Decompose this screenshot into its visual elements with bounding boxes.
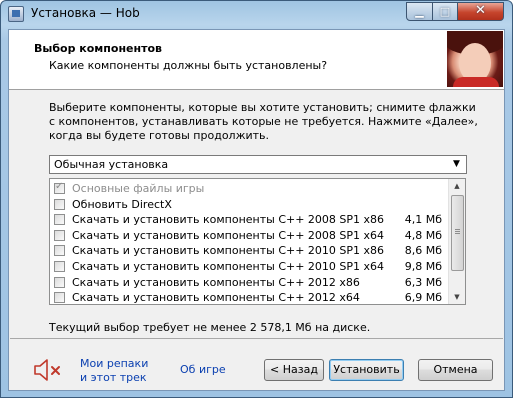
component-checkbox (54, 181, 65, 194)
instructions-text: Выберите компоненты, которые вы хотите у… (49, 101, 478, 142)
component-label: Скачать и установить компоненты C++ 2008… (72, 228, 385, 242)
component-label: Основные файлы игры (72, 182, 205, 195)
component-row[interactable]: Скачать и установить компоненты C++ 2010… (50, 259, 450, 275)
component-checkbox[interactable] (54, 276, 65, 288)
component-label: Скачать и установить компоненты C++ 2010… (72, 260, 385, 273)
component-size: 9,8 Мб (404, 260, 442, 273)
about-game-link[interactable]: Об игре (180, 363, 226, 377)
minimize-button[interactable]: ▁ (406, 2, 433, 21)
component-label: Скачать и установить компоненты C++ 2010… (72, 244, 385, 258)
install-type-value: Обычная установка (54, 158, 169, 171)
maximize-icon: □ (439, 5, 451, 18)
install-type-dropdown[interactable]: Обычная установка ▼ (49, 155, 467, 174)
component-checkbox[interactable] (54, 261, 65, 272)
component-row[interactable]: Обновить DirectX (50, 197, 450, 213)
my-repacks-link-line1[interactable]: Мои репаки (80, 357, 148, 371)
page-title: Выбор компонентов (34, 42, 162, 55)
header-image-shirt (453, 77, 499, 87)
wizard-header: Выбор компонентов Какие компоненты должн… (9, 30, 504, 90)
component-row[interactable]: Скачать и установить компоненты C++ 2012… (50, 275, 450, 291)
install-button[interactable]: Установить (329, 359, 404, 381)
component-checkbox[interactable] (54, 229, 65, 241)
header-image (447, 31, 503, 87)
component-row[interactable]: Скачать и установить компоненты C++ 2010… (50, 243, 450, 259)
minimize-icon: ▁ (415, 5, 424, 18)
component-label: Обновить DirectX (72, 197, 172, 211)
chevron-down-icon[interactable]: ▼ (449, 157, 464, 172)
component-label: Скачать и установить компоненты C++ 2012… (72, 275, 360, 289)
component-size: 6,3 Мб (404, 275, 442, 289)
component-size: 4,8 Мб (404, 228, 442, 242)
component-checkbox[interactable] (54, 214, 65, 226)
component-checkbox[interactable] (54, 198, 65, 210)
speaker-muted-icon[interactable] (31, 357, 65, 383)
close-icon: ✕ (475, 3, 486, 18)
wizard-client-area: Выбор компонентов Какие компоненты должн… (8, 29, 505, 391)
maximize-button[interactable]: □ (432, 2, 458, 21)
footer-divider (10, 338, 503, 339)
component-size: 6,9 Мб (404, 291, 442, 305)
component-checkbox[interactable] (54, 245, 65, 257)
components-scrollbar[interactable]: ▲ ▼ (448, 179, 465, 304)
back-button[interactable]: < Назад (264, 359, 324, 381)
scroll-down-arrow-icon[interactable]: ▼ (449, 290, 465, 304)
close-button[interactable]: ✕ (457, 2, 504, 21)
page-subtitle: Какие компоненты должны быть установлены… (49, 59, 328, 72)
scrollbar-thumb[interactable] (451, 195, 464, 271)
disk-space-requirement: Текущий выбор требует не менее 2 578,1 М… (49, 321, 371, 334)
component-checkbox[interactable] (54, 292, 65, 304)
scroll-up-arrow-icon[interactable]: ▲ (449, 179, 465, 193)
components-list: Основные файлы игры Обновить DirectX Скача… (49, 178, 466, 305)
component-row[interactable]: Скачать и установить компоненты C++ 2012… (50, 290, 450, 305)
component-size: 8,6 Мб (404, 244, 442, 258)
title-bar[interactable]: Установка — Hob ▁ □ ✕ (1, 1, 512, 27)
scrollbar-grip-icon (455, 229, 460, 235)
installer-window: Установка — Hob ▁ □ ✕ Выбор компонентов … (0, 0, 513, 398)
my-repacks-link-line2[interactable]: и этот трек (80, 371, 148, 385)
component-size: 4,1 Мб (404, 213, 442, 227)
window-title: Установка — Hob (31, 6, 140, 20)
cancel-button[interactable]: Отмена (418, 359, 493, 381)
component-row[interactable]: Скачать и установить компоненты C++ 2008… (50, 212, 450, 228)
my-repacks-link[interactable]: Мои репаки и этот трек (80, 357, 148, 385)
component-row: Основные файлы игры (50, 181, 450, 197)
installer-app-icon (8, 6, 24, 22)
component-label: Скачать и установить компоненты C++ 2008… (72, 213, 385, 227)
component-row[interactable]: Скачать и установить компоненты C++ 2008… (50, 228, 450, 244)
component-label: Скачать и установить компоненты C++ 2012… (72, 291, 360, 305)
